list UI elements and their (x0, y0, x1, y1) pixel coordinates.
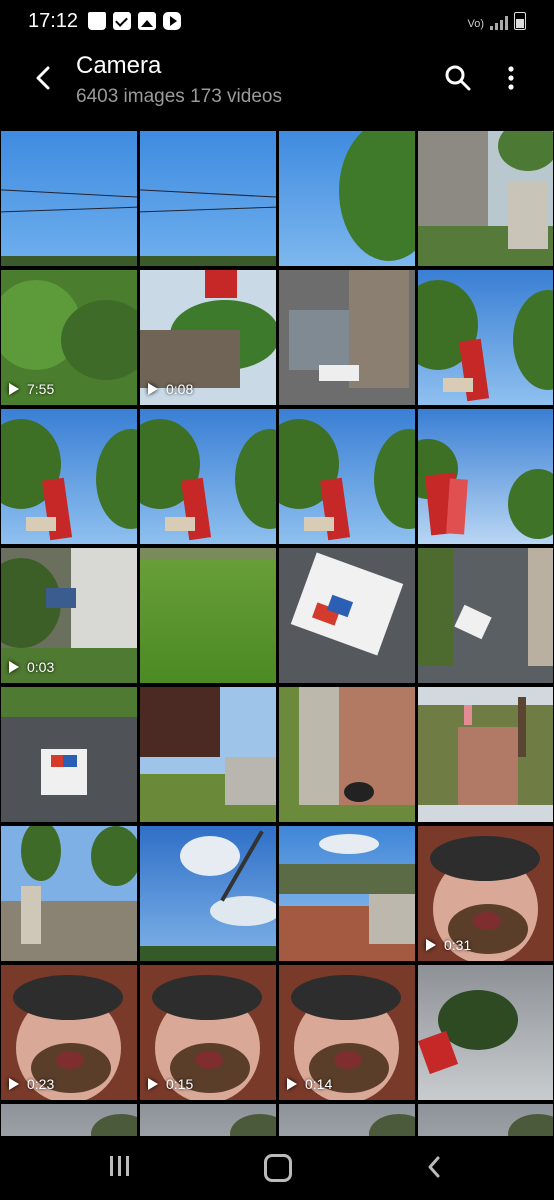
photo-thumbnail[interactable] (140, 409, 276, 544)
video-duration-badge: 0:14 (287, 1076, 332, 1092)
photo-thumbnail[interactable] (140, 131, 276, 266)
app-header: Camera 6403 images 173 videos (0, 44, 554, 130)
video-duration-badge: 0:08 (148, 381, 193, 397)
photo-thumbnail[interactable] (1, 687, 137, 822)
photo-thumbnail[interactable] (1, 131, 137, 266)
more-options-button[interactable] (496, 62, 526, 94)
photo-thumbnail[interactable] (279, 131, 415, 266)
video-thumbnail[interactable]: 0:31 (418, 826, 553, 961)
video-duration: 0:31 (444, 937, 472, 953)
back-button[interactable] (26, 58, 62, 98)
video-thumbnail[interactable]: 0:14 (279, 965, 415, 1100)
video-duration-badge: 0:23 (9, 1076, 54, 1092)
wifi-calling-icon: Vo) (467, 18, 484, 30)
photo-thumbnail[interactable] (1, 409, 137, 544)
video-duration-badge: 7:55 (9, 381, 54, 397)
photo-thumbnail[interactable] (418, 965, 553, 1100)
photo-thumbnail[interactable] (418, 131, 553, 266)
system-nav-bar (0, 1136, 554, 1200)
video-duration-badge: 0:31 (426, 937, 471, 953)
photo-thumbnail[interactable] (279, 826, 415, 961)
photo-thumbnail[interactable] (418, 687, 553, 822)
notification-icons (88, 12, 181, 30)
photo-thumbnail[interactable] (418, 548, 553, 683)
photo-thumbnail[interactable] (418, 1104, 553, 1136)
search-button[interactable] (442, 62, 474, 94)
search-icon (445, 65, 471, 91)
album-title: Camera (76, 52, 162, 79)
video-duration: 0:14 (305, 1076, 333, 1092)
check-box-icon (113, 12, 131, 30)
photo-thumbnail[interactable] (418, 270, 553, 405)
play-icon (148, 1078, 158, 1090)
system-icons: Vo) (467, 12, 526, 30)
status-time: 17:12 (28, 10, 79, 32)
battery-icon (514, 12, 526, 30)
video-duration-badge: 0:03 (9, 659, 54, 675)
video-duration: 0:15 (166, 1076, 194, 1092)
play-icon (148, 383, 158, 395)
video-duration: 0:03 (27, 659, 55, 675)
home-icon[interactable] (264, 1154, 292, 1182)
video-thumbnail[interactable]: 0:23 (1, 965, 137, 1100)
photo-thumbnail[interactable] (279, 687, 415, 822)
video-thumbnail[interactable]: 0:03 (1, 548, 137, 683)
video-duration-badge: 0:15 (148, 1076, 193, 1092)
gallery-icon (138, 12, 156, 30)
video-thumbnail[interactable]: 7:55 (1, 270, 137, 405)
photo-thumbnail[interactable] (1, 1104, 137, 1136)
video-duration: 0:08 (166, 381, 194, 397)
photo-thumbnail[interactable] (279, 1104, 415, 1136)
photo-thumbnail[interactable] (140, 826, 276, 961)
photo-thumbnail[interactable] (140, 687, 276, 822)
photo-thumbnail[interactable] (279, 270, 415, 405)
play-icon (9, 1078, 19, 1090)
video-thumbnail[interactable]: 0:15 (140, 965, 276, 1100)
play-icon (426, 939, 436, 951)
status-bar: 17:12 Vo) (0, 0, 554, 44)
signal-icon (490, 14, 508, 30)
video-thumbnail[interactable]: 0:08 (140, 270, 276, 405)
arrow-left-icon (36, 66, 50, 90)
video-duration: 0:23 (27, 1076, 55, 1092)
media-grid: 7:55 0:08 0:03 0:31 0:23 0:15 0:14 (0, 131, 554, 1136)
play-icon (287, 1078, 297, 1090)
back-icon[interactable] (420, 1152, 450, 1182)
album-count: 6403 images 173 videos (76, 86, 282, 107)
shopping-bag-icon (88, 12, 106, 30)
photo-thumbnail[interactable] (279, 409, 415, 544)
photo-thumbnail[interactable] (1, 826, 137, 961)
more-vertical-icon (508, 66, 514, 90)
photo-thumbnail[interactable] (140, 1104, 276, 1136)
recent-apps-icon[interactable] (110, 1156, 134, 1178)
photo-thumbnail[interactable] (279, 548, 415, 683)
video-duration: 7:55 (27, 381, 55, 397)
photo-thumbnail[interactable] (140, 548, 276, 683)
play-icon (9, 661, 19, 673)
photo-thumbnail[interactable] (418, 409, 553, 544)
youtube-icon (163, 12, 181, 30)
play-icon (9, 383, 19, 395)
